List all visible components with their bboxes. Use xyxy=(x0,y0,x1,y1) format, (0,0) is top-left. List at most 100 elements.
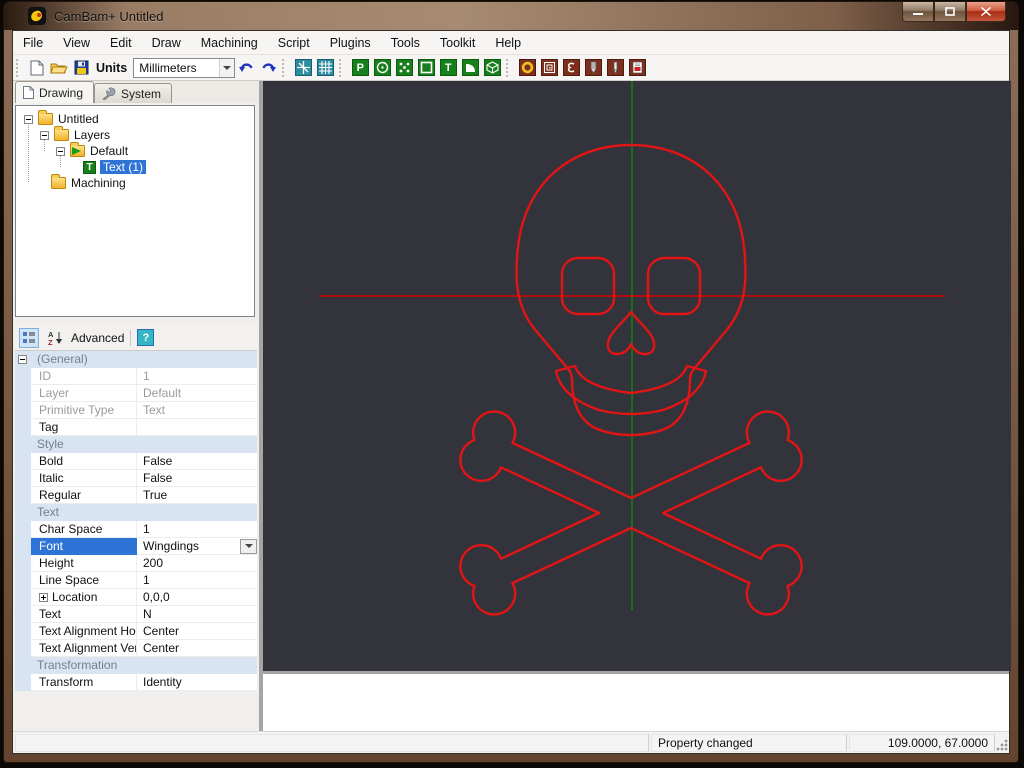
draw-circle-button[interactable] xyxy=(371,57,393,79)
generate-gcode-button[interactable] xyxy=(626,57,648,79)
show-grid-button[interactable] xyxy=(314,57,336,79)
engrave-toolpath-button[interactable] xyxy=(560,57,582,79)
tree-item-layers[interactable]: Layers xyxy=(40,127,110,143)
open-file-button[interactable] xyxy=(48,57,70,79)
collapse-icon[interactable] xyxy=(24,115,33,124)
drill-toolpath-button[interactable] xyxy=(582,57,604,79)
categorized-view-button[interactable] xyxy=(19,328,39,348)
toolbar-grip xyxy=(16,59,22,77)
toolbar-grip xyxy=(282,59,288,77)
left-panel: Drawing System Untitled xyxy=(13,81,259,731)
menu-file[interactable]: File xyxy=(13,32,53,54)
category-row[interactable]: Style xyxy=(15,436,257,453)
draw-text-icon: T xyxy=(440,59,457,76)
collapse-icon[interactable] xyxy=(56,147,65,156)
menu-help[interactable]: Help xyxy=(485,32,531,54)
draw-text-button[interactable]: T xyxy=(437,57,459,79)
alphabetical-sort-button[interactable]: A Z xyxy=(45,328,65,348)
tab-drawing[interactable]: Drawing xyxy=(15,81,94,103)
menu-plugins[interactable]: Plugins xyxy=(320,32,381,54)
menu-edit[interactable]: Edit xyxy=(100,32,142,54)
menu-machining[interactable]: Machining xyxy=(191,32,268,54)
save-button[interactable] xyxy=(70,57,92,79)
lathe-toolpath-button[interactable] xyxy=(604,57,626,79)
collapse-icon[interactable] xyxy=(18,355,27,364)
close-button[interactable] xyxy=(966,2,1006,22)
menu-draw[interactable]: Draw xyxy=(142,32,191,54)
viewport-area xyxy=(263,81,1009,731)
property-row-transform[interactable]: TransformIdentity xyxy=(15,674,257,691)
category-row[interactable]: (General) xyxy=(15,351,257,368)
property-row-primitive-type[interactable]: Primitive TypeText xyxy=(15,402,257,419)
property-row-char-space[interactable]: Char Space1 xyxy=(15,521,257,538)
property-row-height[interactable]: Height200 xyxy=(15,555,257,572)
help-button[interactable]: ? xyxy=(137,329,154,346)
status-panel-main xyxy=(15,734,649,752)
property-row-text-align-horizontal[interactable]: Text Alignment HorizontalCenter xyxy=(15,623,257,640)
redo-button[interactable] xyxy=(257,57,279,79)
draw-points-button[interactable] xyxy=(393,57,415,79)
resize-grip-icon[interactable] xyxy=(995,734,1009,752)
toolbar-separator xyxy=(130,330,131,346)
draw-polyline-icon: P xyxy=(352,59,369,76)
property-row-italic[interactable]: ItalicFalse xyxy=(15,470,257,487)
property-row-layer[interactable]: LayerDefault xyxy=(15,385,257,402)
restore-button[interactable] xyxy=(934,2,966,22)
profile-toolpath-button[interactable] xyxy=(516,57,538,79)
property-row-location[interactable]: Location 0,0,0 xyxy=(15,589,257,606)
property-row-bold[interactable]: BoldFalse xyxy=(15,453,257,470)
menu-view[interactable]: View xyxy=(53,32,100,54)
draw-rectangle-button[interactable] xyxy=(415,57,437,79)
drawing-canvas[interactable] xyxy=(263,81,1009,671)
draw-points-icon xyxy=(396,59,413,76)
expand-icon[interactable] xyxy=(39,593,48,602)
tab-system[interactable]: System xyxy=(94,83,172,103)
units-value: Millimeters xyxy=(134,61,219,75)
property-row-line-space[interactable]: Line Space1 xyxy=(15,572,257,589)
units-dropdown-button[interactable] xyxy=(219,59,234,77)
save-icon xyxy=(74,60,89,75)
advanced-button[interactable]: Advanced xyxy=(71,331,124,345)
window-body: File View Edit Draw Machining Script Plu… xyxy=(12,30,1010,754)
folder-icon xyxy=(54,129,69,141)
profile-toolpath-icon xyxy=(519,59,536,76)
category-row[interactable]: Transformation xyxy=(15,657,257,674)
new-file-button[interactable] xyxy=(26,57,48,79)
menu-toolkit[interactable]: Toolkit xyxy=(430,32,485,54)
tree-item-machining[interactable]: Machining xyxy=(40,175,126,191)
property-row-regular[interactable]: RegularTrue xyxy=(15,487,257,504)
tree-item-text-entity[interactable]: T Text (1) xyxy=(83,159,146,175)
tab-drawing-label: Drawing xyxy=(39,86,83,100)
minimize-button[interactable] xyxy=(902,2,934,22)
toolbar: Units Millimeters xyxy=(13,55,1009,81)
pocket-toolpath-button[interactable] xyxy=(538,57,560,79)
property-row-text-align-vertical[interactable]: Text Alignment VerticalCenter xyxy=(15,640,257,657)
tree-connector xyxy=(28,120,29,182)
tree-item-layer-default[interactable]: Default xyxy=(56,143,128,159)
draw-arc-button[interactable] xyxy=(459,57,481,79)
property-row-text[interactable]: TextN xyxy=(15,606,257,623)
draw-surface-button[interactable] xyxy=(481,57,503,79)
property-row-id[interactable]: ID1 xyxy=(15,368,257,385)
draw-polyline-button[interactable]: P xyxy=(349,57,371,79)
engrave-toolpath-icon xyxy=(563,59,580,76)
main-content: Drawing System Untitled xyxy=(13,81,1009,731)
category-row[interactable]: Text xyxy=(15,504,257,521)
menu-tools[interactable]: Tools xyxy=(381,32,430,54)
units-combobox[interactable]: Millimeters xyxy=(133,58,235,78)
property-grid: (General) ID1 LayerDefault Primitive Typ… xyxy=(15,351,257,691)
property-row-font[interactable]: Font Wingdings xyxy=(15,538,257,555)
selected-tree-label: Text (1) xyxy=(100,160,146,174)
canvas-background xyxy=(263,81,1011,671)
draw-arc-icon xyxy=(462,59,479,76)
undo-button[interactable] xyxy=(235,57,257,79)
folder-icon xyxy=(51,177,66,189)
toolbar-grip xyxy=(506,59,512,77)
chevron-down-icon xyxy=(245,544,253,548)
property-row-tag[interactable]: Tag xyxy=(15,419,257,436)
font-dropdown-button[interactable] xyxy=(240,539,257,554)
show-axes-button[interactable] xyxy=(292,57,314,79)
menu-script[interactable]: Script xyxy=(268,32,320,54)
tree-item-untitled[interactable]: Untitled xyxy=(24,111,99,127)
collapse-icon[interactable] xyxy=(40,131,49,140)
